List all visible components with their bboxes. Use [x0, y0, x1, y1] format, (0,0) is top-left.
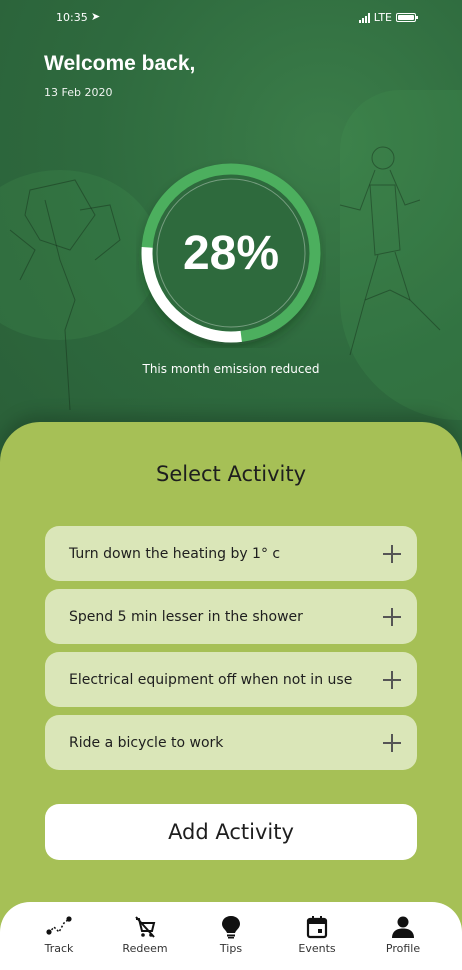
- lightbulb-icon: [217, 914, 245, 940]
- tab-label: Track: [44, 942, 74, 955]
- tab-redeem[interactable]: Redeem: [109, 914, 181, 970]
- activity-item[interactable]: Turn down the heating by 1° c: [45, 526, 417, 581]
- activity-item[interactable]: Electrical equipment off when not in use: [45, 652, 417, 707]
- status-time: 10:35: [56, 11, 88, 24]
- status-right: LTE: [358, 11, 418, 24]
- activity-item[interactable]: Spend 5 min lesser in the shower: [45, 589, 417, 644]
- signal-icon: [358, 12, 370, 23]
- tab-events[interactable]: Events: [281, 914, 353, 970]
- progress-caption: This month emission reduced: [142, 362, 320, 376]
- location-arrow-icon: ➤: [91, 10, 101, 23]
- welcome-heading: Welcome back,: [44, 52, 196, 75]
- tab-tips[interactable]: Tips: [195, 914, 267, 970]
- route-icon: [45, 914, 73, 940]
- plus-icon[interactable]: [383, 670, 401, 689]
- activity-label: Turn down the heating by 1° c: [69, 545, 281, 562]
- activity-label: Electrical equipment off when not in use: [69, 671, 353, 688]
- tab-label: Events: [298, 942, 336, 955]
- activity-label: Ride a bicycle to work: [69, 734, 224, 751]
- cart-off-icon: [131, 914, 159, 940]
- plus-icon[interactable]: [383, 544, 401, 563]
- tab-track[interactable]: Track: [23, 914, 95, 970]
- progress-percent: 28%: [182, 226, 280, 280]
- activity-panel: Select Activity Turn down the heating by…: [0, 422, 462, 970]
- emission-progress-ring: 28%: [136, 158, 326, 348]
- tab-profile[interactable]: Profile: [367, 914, 439, 970]
- date-label: 13 Feb 2020: [44, 86, 113, 99]
- activity-label: Spend 5 min lesser in the shower: [69, 608, 303, 625]
- user-icon: [389, 914, 417, 940]
- activity-item[interactable]: Ride a bicycle to work: [45, 715, 417, 770]
- plus-icon[interactable]: [383, 607, 401, 626]
- panel-title: Select Activity: [156, 462, 306, 486]
- tab-label: Profile: [385, 942, 421, 955]
- battery-icon: [396, 13, 418, 22]
- bottom-tab-bar: Track Redeem Tips Events Profile: [0, 902, 462, 970]
- tab-label: Redeem: [122, 942, 168, 955]
- calendar-icon: [303, 914, 331, 940]
- plus-icon[interactable]: [383, 733, 401, 752]
- network-label: LTE: [373, 11, 392, 24]
- status-bar: 10:35 ➤ LTE: [0, 8, 462, 28]
- tab-label: Tips: [219, 942, 243, 955]
- add-activity-button[interactable]: Add Activity: [45, 804, 417, 860]
